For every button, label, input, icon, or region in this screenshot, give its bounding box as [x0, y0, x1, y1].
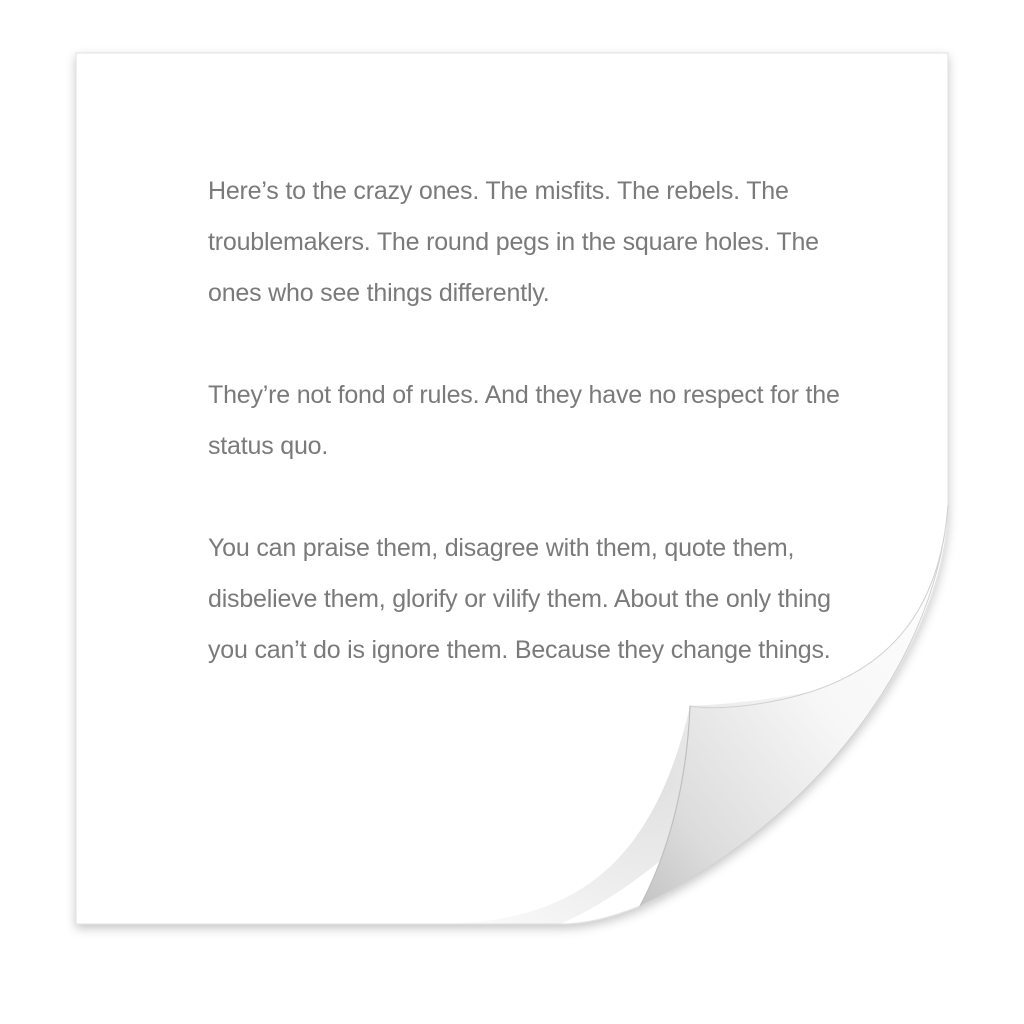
paragraph-1: Here’s to the crazy ones. The misfits. T…	[208, 177, 819, 307]
document-text: Here’s to the crazy ones. The misfits. T…	[208, 166, 848, 676]
paragraph-3: You can praise them, disagree with them,…	[208, 534, 831, 664]
document-icon-stage: Here’s to the crazy ones. The misfits. T…	[0, 0, 1024, 1024]
paragraph-2: They’re not fond of rules. And they have…	[208, 381, 840, 460]
